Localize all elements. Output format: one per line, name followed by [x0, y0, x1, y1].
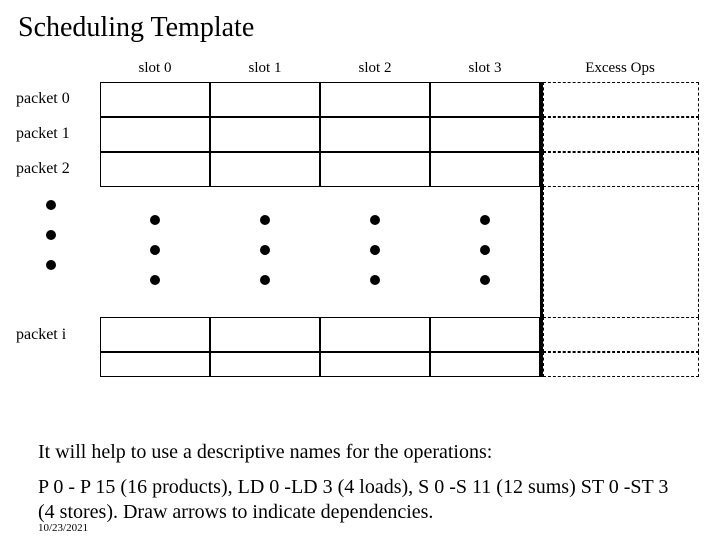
cell-p0-s0: [100, 82, 210, 117]
col-header-slot0: slot 0: [100, 60, 210, 77]
cell-pi-s2: [320, 317, 430, 352]
ellipsis-dot: [370, 245, 380, 255]
cell-p1-s1: [210, 117, 320, 152]
cell-p1-s3: [430, 117, 540, 152]
cell-p2-s2: [320, 152, 430, 187]
page-title: Scheduling Template: [0, 0, 720, 44]
row-label-packet0: packet 0: [10, 90, 95, 108]
cell-p2-excess: [543, 152, 699, 187]
ellipsis-dot: [260, 215, 270, 225]
ellipsis-dot: [260, 245, 270, 255]
ellipsis-dot: [46, 200, 56, 210]
ellipsis-dot: [480, 245, 490, 255]
body-text-2: P 0 - P 15 (16 products), LD 0 -LD 3 (4 …: [38, 475, 678, 525]
cell-trail-excess: [543, 352, 699, 377]
col-header-excess: Excess Ops: [540, 60, 700, 77]
cell-trail-s0: [100, 352, 210, 377]
cell-pi-s3: [430, 317, 540, 352]
ellipsis-dot: [480, 215, 490, 225]
excess-gap-sides: [543, 187, 699, 317]
ellipsis-dot: [46, 230, 56, 240]
row-label-packet1: packet 1: [10, 125, 95, 143]
cell-p0-excess: [543, 82, 699, 117]
cell-trail-s2: [320, 352, 430, 377]
cell-p1-s0: [100, 117, 210, 152]
ellipsis-dot: [370, 215, 380, 225]
cell-p1-s2: [320, 117, 430, 152]
cell-pi-s0: [100, 317, 210, 352]
ellipsis-dot: [370, 275, 380, 285]
cell-p2-s0: [100, 152, 210, 187]
cell-p0-s3: [430, 82, 540, 117]
ellipsis-dot: [150, 275, 160, 285]
thick-divider: [540, 82, 543, 377]
cell-trail-s1: [210, 352, 320, 377]
cell-p1-excess: [543, 117, 699, 152]
ellipsis-dot: [150, 245, 160, 255]
cell-p0-s2: [320, 82, 430, 117]
cell-trail-s3: [430, 352, 540, 377]
cell-pi-excess: [543, 317, 699, 352]
col-header-slot2: slot 2: [320, 60, 430, 77]
body-text-1: It will help to use a descriptive names …: [38, 440, 678, 465]
col-header-slot3: slot 3: [430, 60, 540, 77]
grid: [100, 82, 700, 392]
scheduling-diagram: slot 0 slot 1 slot 2 slot 3 Excess Ops p…: [10, 60, 700, 420]
col-header-slot1: slot 1: [210, 60, 320, 77]
ellipsis-dot: [150, 215, 160, 225]
cell-p0-s1: [210, 82, 320, 117]
row-label-packeti: packet i: [10, 326, 95, 344]
footer-date: 10/23/2021: [38, 522, 88, 534]
ellipsis-dot: [46, 260, 56, 270]
ellipsis-dot: [260, 275, 270, 285]
cell-p2-s1: [210, 152, 320, 187]
ellipsis-dot: [480, 275, 490, 285]
row-label-packet2: packet 2: [10, 160, 95, 178]
cell-pi-s1: [210, 317, 320, 352]
cell-p2-s3: [430, 152, 540, 187]
